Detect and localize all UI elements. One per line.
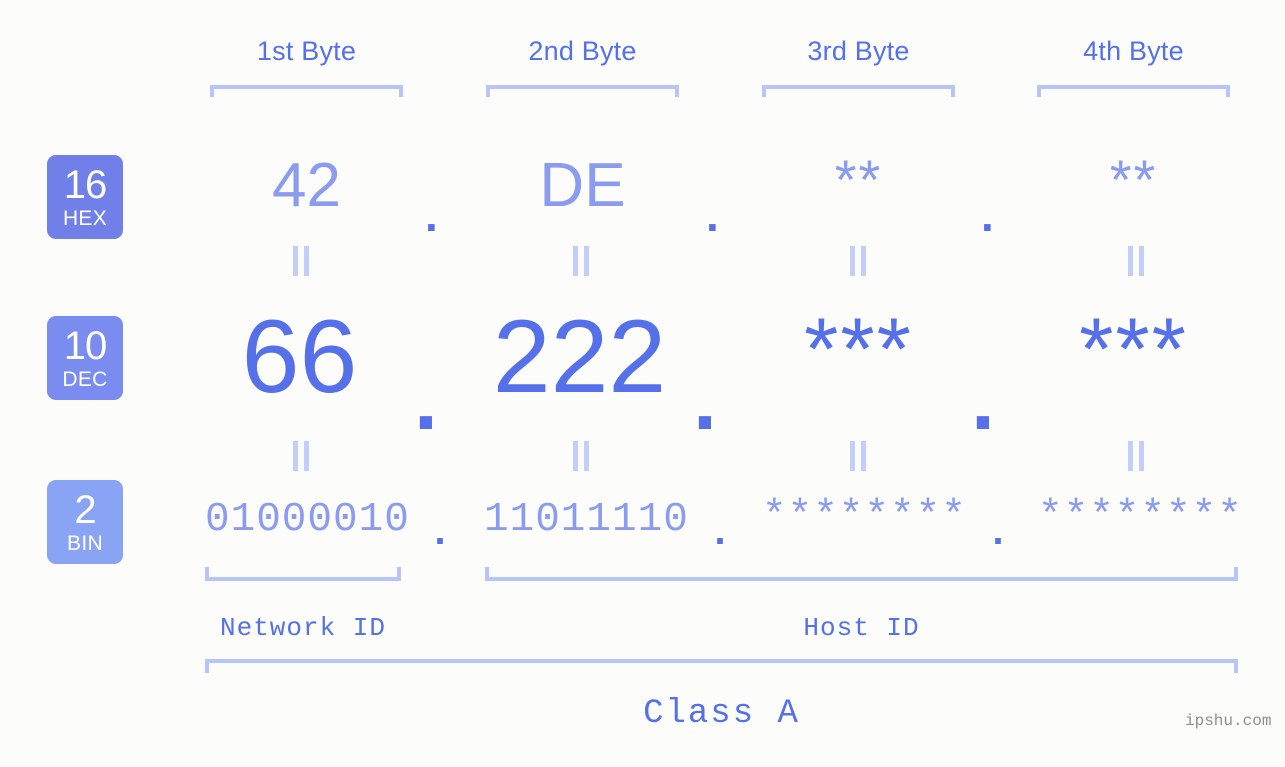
dec-byte-value-1: 66 (241, 299, 358, 415)
ip-address-breakdown-diagram: 1st Byte 2nd Byte 3rd Byte 4th Byte 16 H… (0, 0, 1285, 767)
equals-mark-dec-bin-4 (1125, 441, 1147, 471)
dec-badge: 10 DEC (47, 316, 123, 400)
byte-header-label-4: 4th Byte (1083, 36, 1184, 66)
class-label: Class A (643, 695, 800, 733)
hex-byte-value-4: ** (1109, 148, 1158, 211)
dec-byte-value-2: 222 (492, 299, 667, 415)
equals-mark-hex-dec-2 (570, 246, 592, 276)
dec-badge-number: 10 (63, 324, 107, 368)
hex-badge: 16 HEX (47, 155, 123, 239)
hex-byte-value-2: DE (539, 151, 626, 220)
equals-mark-dec-bin-3 (847, 441, 869, 471)
hex-badge-number: 16 (63, 163, 107, 207)
bin-byte-value-1: 01000010 (205, 497, 410, 543)
equals-mark-dec-bin-1 (290, 441, 312, 471)
bin-badge-name: BIN (67, 532, 103, 555)
host-id-bracket (485, 567, 1238, 581)
bin-badge-number: 2 (74, 488, 96, 532)
equals-mark-dec-bin-2 (570, 441, 592, 471)
host-id-label: Host ID (803, 613, 920, 643)
hex-byte-value-1: 42 (272, 151, 341, 220)
hex-badge-name: HEX (62, 207, 108, 230)
bin-byte-value-4: ******** (1038, 494, 1243, 540)
byte-header-label-1: 1st Byte (256, 36, 357, 66)
bin-byte-value-3: ******** (762, 494, 967, 540)
byte-header-label-3: 3rd Byte (807, 36, 910, 66)
byte-bracket-2 (486, 85, 679, 97)
byte-header-label-2: 2nd Byte (528, 36, 637, 66)
dec-byte-value-3: *** (804, 299, 913, 398)
equals-mark-hex-dec-4 (1125, 246, 1147, 276)
bin-badge: 2 BIN (47, 480, 123, 564)
class-bracket (205, 659, 1238, 673)
byte-bracket-4 (1037, 85, 1230, 97)
equals-mark-hex-dec-3 (847, 246, 869, 276)
bin-byte-value-2: 11011110 (484, 497, 689, 543)
hex-byte-value-3: ** (834, 148, 883, 211)
dec-badge-name: DEC (62, 368, 108, 391)
network-id-label: Network ID (219, 613, 387, 643)
site-watermark: ipshu.com (1185, 712, 1272, 730)
dec-byte-value-4: *** (1079, 299, 1188, 398)
byte-bracket-1 (210, 85, 403, 97)
byte-bracket-3 (762, 85, 955, 97)
network-id-bracket (205, 567, 401, 581)
equals-mark-hex-dec-1 (290, 246, 312, 276)
